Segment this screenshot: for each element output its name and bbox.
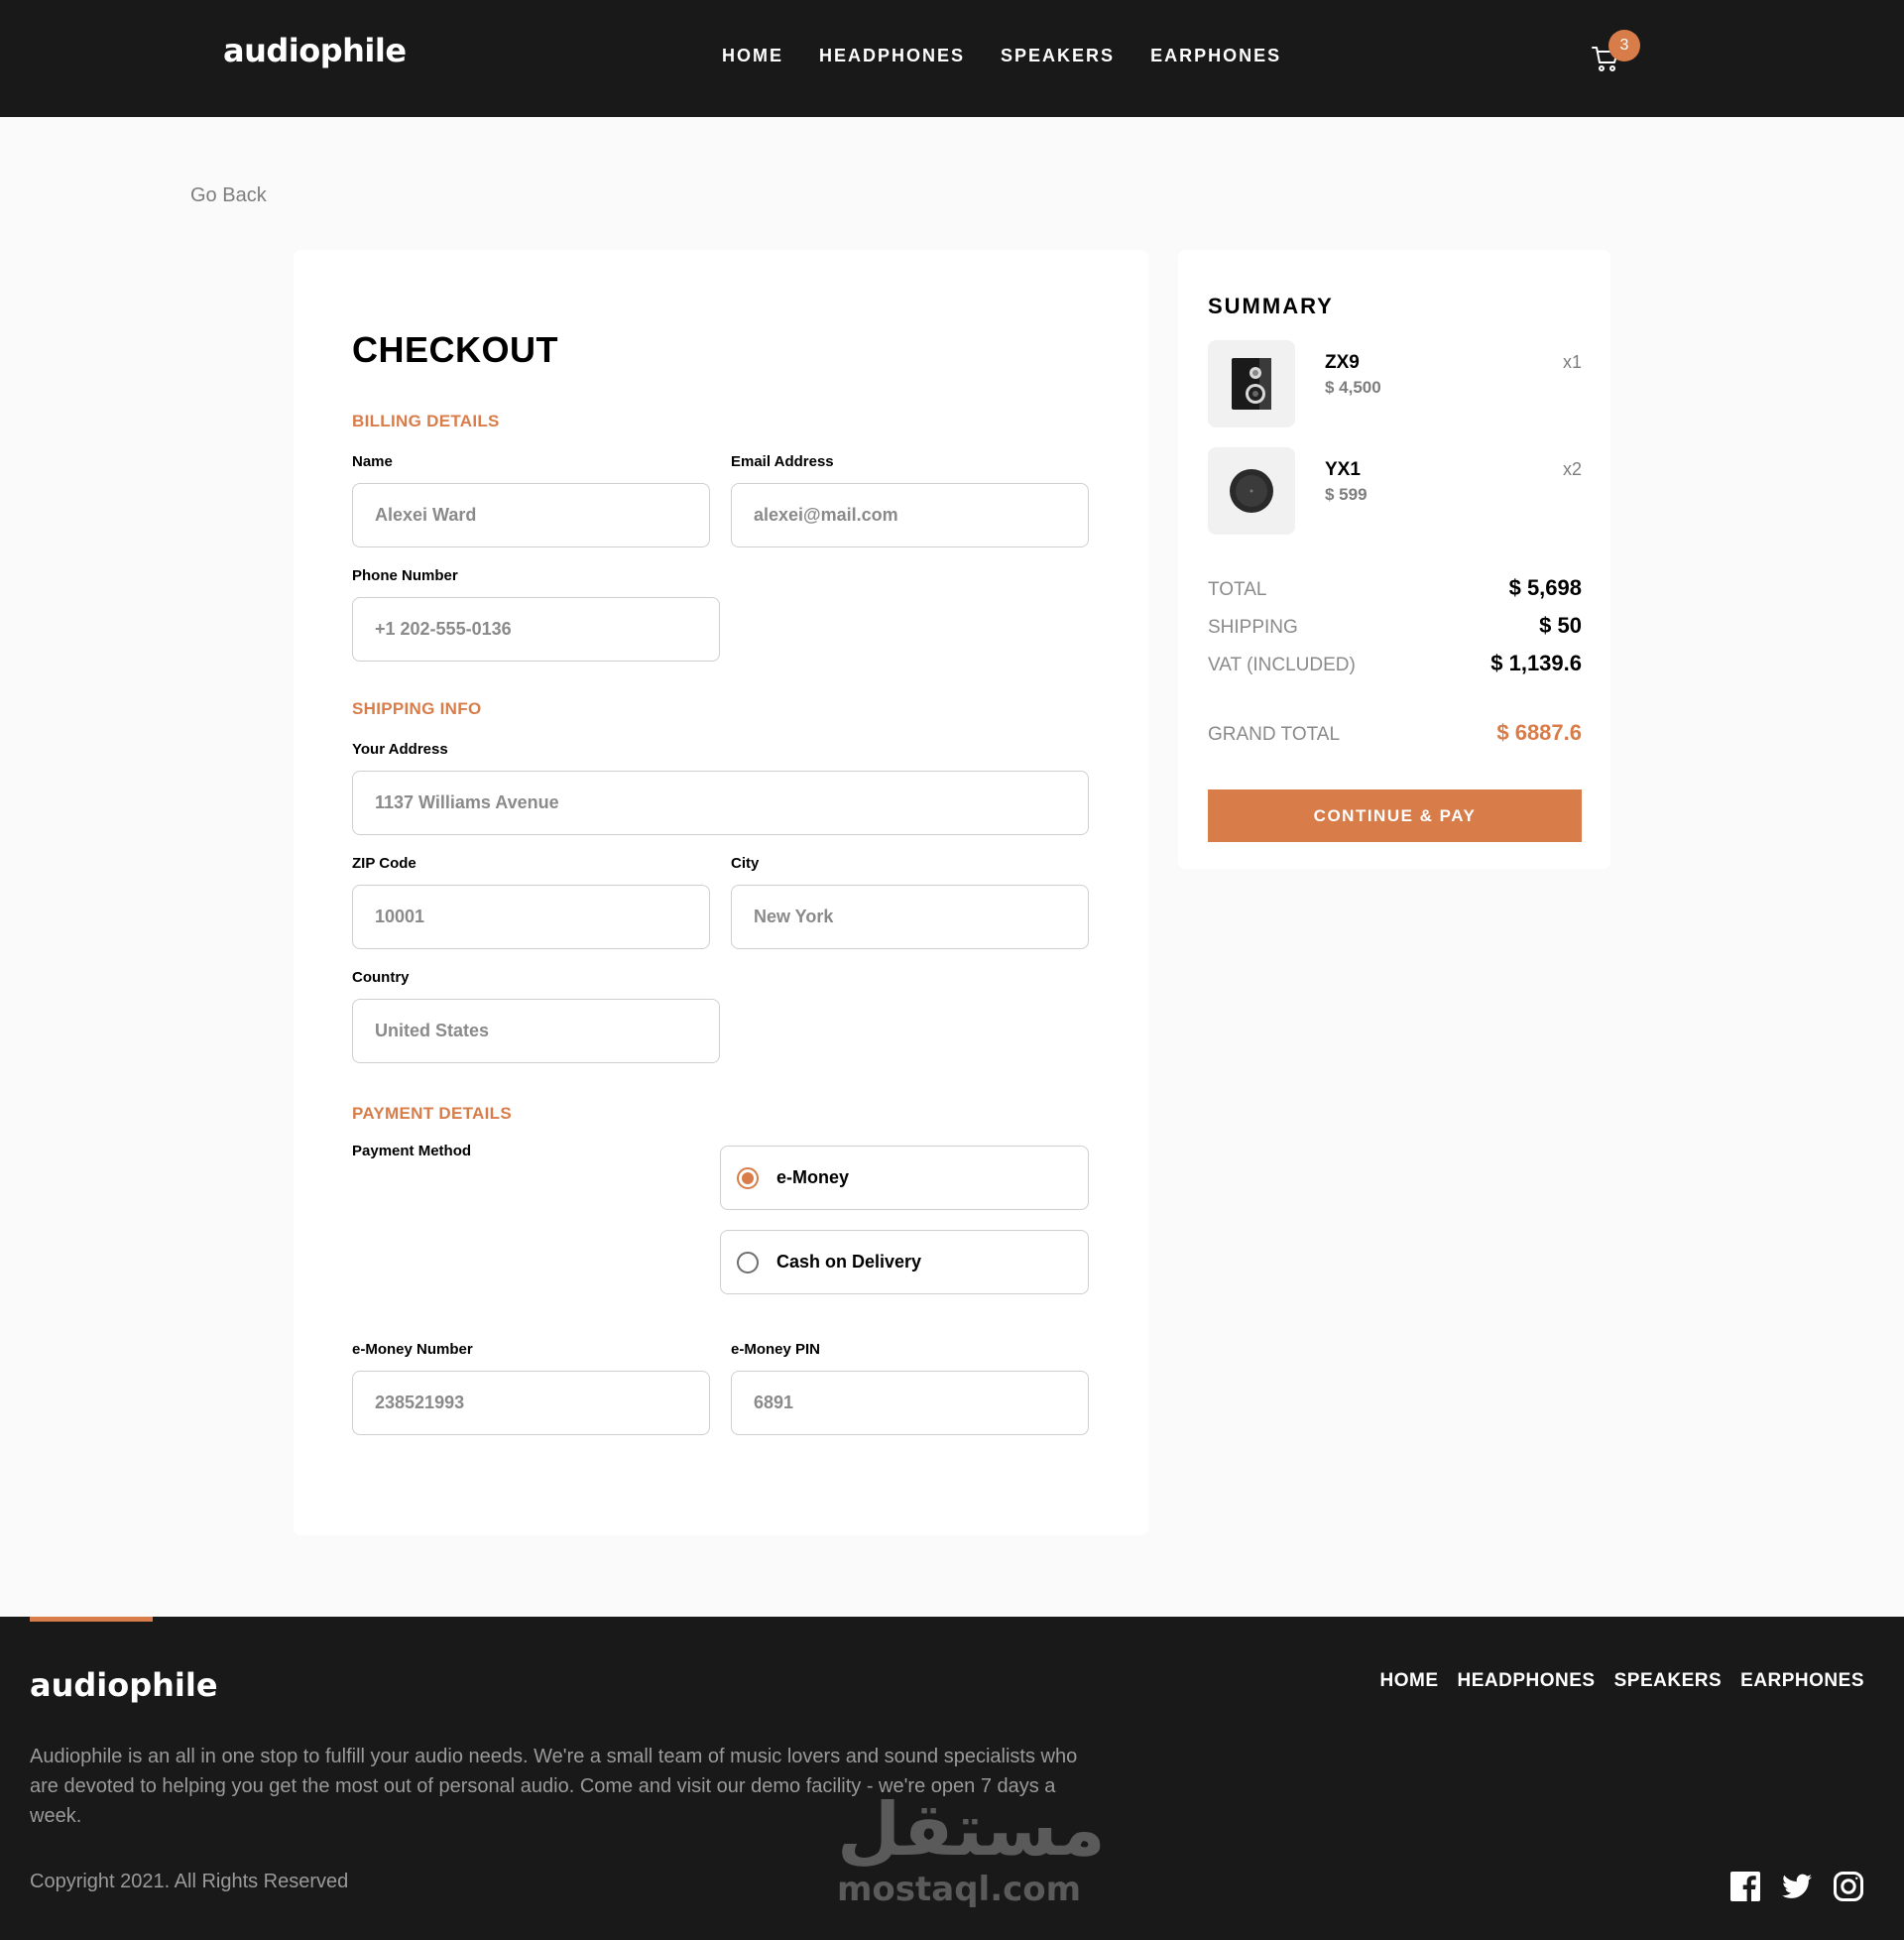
phone-label: Phone Number [352, 567, 458, 584]
grand-total-label: GRAND TOTAL [1208, 724, 1341, 745]
payment-option-emoney[interactable]: e-Money [720, 1146, 1089, 1210]
billing-details-heading: BILLING DETAILS [352, 412, 500, 430]
nav-speakers[interactable]: SPEAKERS [1001, 46, 1115, 66]
payment-details-heading: PAYMENT DETAILS [352, 1104, 512, 1123]
vat-label: VAT (INCLUDED) [1208, 655, 1356, 675]
total-row: TOTAL $ 5,698 [1208, 575, 1582, 601]
speaker-icon [1208, 340, 1295, 427]
grand-total-value: $ 6887.6 [1496, 720, 1582, 745]
city-field[interactable] [731, 885, 1089, 949]
zip-field[interactable] [352, 885, 710, 949]
footer-accent-bar [30, 1617, 153, 1622]
go-back-link[interactable]: Go Back [190, 184, 267, 207]
total-value: $ 5,698 [1508, 575, 1582, 600]
footer-nav-headphones[interactable]: HEADPHONES [1458, 1670, 1596, 1692]
watermark-arabic: مستقل [837, 1787, 1106, 1873]
footer-nav: HOME HEADPHONES SPEAKERS EARPHONES [1380, 1670, 1864, 1692]
payment-option-label: Cash on Delivery [776, 1252, 922, 1272]
site-header: audiophile HOME HEADPHONES SPEAKERS EARP… [0, 0, 1904, 117]
facebook-icon[interactable] [1729, 1871, 1761, 1902]
shipping-label: SHIPPING [1208, 617, 1298, 638]
vat-row: VAT (INCLUDED) $ 1,139.6 [1208, 651, 1582, 676]
main-nav: HOME HEADPHONES SPEAKERS EARPHONES [722, 46, 1281, 66]
nav-earphones[interactable]: EARPHONES [1150, 46, 1281, 66]
footer-nav-home[interactable]: HOME [1380, 1670, 1439, 1692]
instagram-icon[interactable] [1833, 1871, 1864, 1902]
social-links [1729, 1871, 1864, 1902]
phone-field[interactable] [352, 597, 720, 662]
footer-nav-earphones[interactable]: EARPHONES [1740, 1670, 1864, 1692]
item-price: $ 4,500 [1325, 378, 1381, 397]
vat-value: $ 1,139.6 [1490, 651, 1582, 675]
logo[interactable]: audiophile [223, 32, 407, 69]
copyright-text: Copyright 2021. All Rights Reserved [30, 1871, 349, 1892]
nav-headphones[interactable]: HEADPHONES [819, 46, 965, 66]
emoney-number-field[interactable] [352, 1371, 710, 1435]
nav-home[interactable]: HOME [722, 46, 783, 66]
footer-nav-speakers[interactable]: SPEAKERS [1614, 1670, 1723, 1692]
footer-logo[interactable]: audiophile [30, 1666, 218, 1704]
name-field[interactable] [352, 483, 710, 547]
address-field[interactable] [352, 771, 1089, 835]
checkout-form-card: CHECKOUT BILLING DETAILS Name Email Addr… [294, 250, 1148, 1535]
grand-total-row: GRAND TOTAL $ 6887.6 [1208, 720, 1582, 746]
emoney-pin-label: e-Money PIN [731, 1341, 821, 1358]
payment-option-cash[interactable]: Cash on Delivery [720, 1230, 1089, 1294]
radio-unselected[interactable] [737, 1251, 759, 1273]
item-quantity: x1 [1562, 352, 1582, 372]
item-price: $ 599 [1325, 485, 1368, 504]
country-field[interactable] [352, 999, 720, 1063]
shipping-value: $ 50 [1539, 613, 1582, 638]
summary-item: YX1 $ 599 x2 [1208, 447, 1582, 535]
address-label: Your Address [352, 741, 448, 758]
emoney-pin-field[interactable] [731, 1371, 1089, 1435]
item-name: YX1 [1325, 459, 1361, 480]
item-name: ZX9 [1325, 352, 1360, 373]
email-field[interactable] [731, 483, 1089, 547]
item-quantity: x2 [1562, 459, 1582, 479]
order-summary-card: SUMMARY ZX9 $ 4,500 x1 YX1 $ 599 x2 TOTA… [1178, 250, 1610, 869]
continue-and-pay-button[interactable]: CONTINUE & PAY [1208, 789, 1582, 842]
site-footer: audiophile HOME HEADPHONES SPEAKERS EARP… [0, 1617, 1904, 1940]
payment-option-label: e-Money [776, 1167, 850, 1187]
shipping-row: SHIPPING $ 50 [1208, 613, 1582, 639]
name-label: Name [352, 453, 393, 470]
zip-label: ZIP Code [352, 855, 416, 872]
cart-count-badge: 3 [1608, 30, 1640, 61]
summary-item: ZX9 $ 4,500 x1 [1208, 340, 1582, 427]
watermark-english: mostaql.com [837, 1870, 1082, 1909]
checkout-title: CHECKOUT [352, 329, 558, 370]
country-label: Country [352, 969, 410, 986]
payment-method-label: Payment Method [352, 1143, 472, 1159]
mostaql-watermark: مستقل mostaql.com [837, 1787, 1106, 1909]
city-label: City [731, 855, 760, 872]
earphones-icon [1208, 447, 1295, 535]
total-label: TOTAL [1208, 579, 1267, 600]
summary-title: SUMMARY [1208, 294, 1334, 318]
email-label: Email Address [731, 453, 834, 470]
emoney-number-label: e-Money Number [352, 1341, 473, 1358]
radio-selected[interactable] [737, 1166, 759, 1189]
shipping-info-heading: SHIPPING INFO [352, 699, 482, 718]
twitter-icon[interactable] [1781, 1871, 1813, 1902]
